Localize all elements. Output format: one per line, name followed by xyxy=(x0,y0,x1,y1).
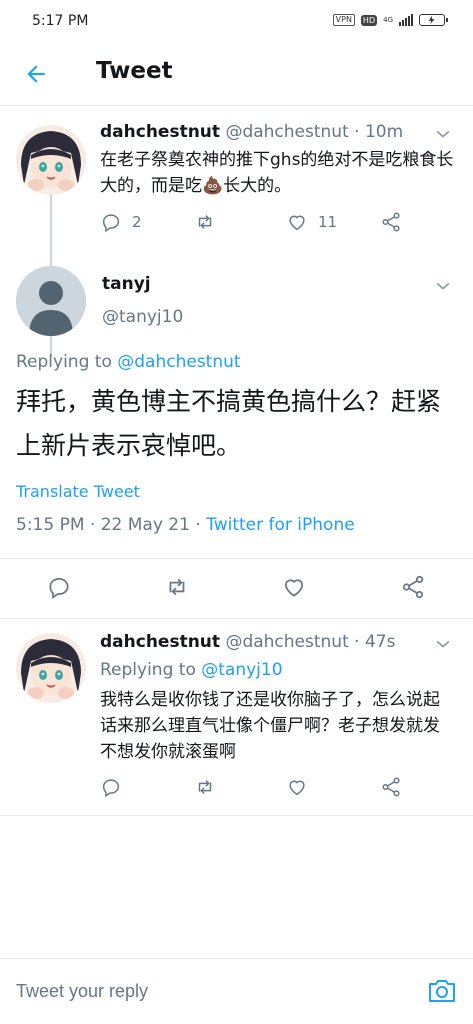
retweet-icon xyxy=(198,780,212,794)
share-icon xyxy=(382,212,400,232)
like-button[interactable] xyxy=(286,776,308,798)
page-title: Tweet xyxy=(96,58,173,84)
author-name-row: tanyj xyxy=(102,274,151,294)
retweet-button[interactable] xyxy=(193,776,217,798)
replying-to: Replying to @dahchestnut xyxy=(16,352,241,372)
user-handle[interactable]: @tanyj10 xyxy=(102,307,183,327)
tweet-actions xyxy=(100,776,420,802)
share-button[interactable] xyxy=(380,211,402,233)
tweet-metadata: 5:15 PM · 22 May 21 · Twitter for iPhone xyxy=(16,515,355,535)
avatar[interactable] xyxy=(16,125,86,195)
heart-icon xyxy=(289,780,305,796)
replying-to: Replying to @tanyj10 xyxy=(100,660,283,680)
tweet-text: 拜托，黄色博主不搞黄色搞什么？赶紧上新片表示哀悼吧。 xyxy=(16,387,442,460)
header: Tweet xyxy=(0,42,473,106)
author-handle-row: @tanyj10 xyxy=(102,307,183,327)
anime-avatar-icon xyxy=(16,125,86,195)
translate-tweet-link[interactable]: Translate Tweet xyxy=(16,482,140,501)
vpn-icon: VPN xyxy=(332,14,355,26)
tweet-text-part2: 长大的。 xyxy=(223,176,292,196)
network-type-icon: 4G xyxy=(383,16,393,24)
reply-input[interactable] xyxy=(16,981,396,1002)
battery-icon xyxy=(419,14,448,26)
heart-icon xyxy=(289,215,305,231)
reply-compose-bar xyxy=(0,958,473,1024)
like-count: 11 xyxy=(318,213,338,231)
display-name[interactable]: dahchestnut xyxy=(100,632,220,652)
default-avatar-icon xyxy=(16,266,86,336)
tweet-text: 在老子祭奠农神的推下ghs的绝对不是吃粮食长大的，而是吃💩长大的。 xyxy=(100,147,455,199)
focused-tweet: tanyj @tanyj10 Replying to @dahchestnut … xyxy=(0,258,473,618)
tweet-actions xyxy=(0,568,473,608)
hd-icon: HD xyxy=(360,14,378,26)
replying-to-label: Replying to xyxy=(16,352,112,372)
back-button[interactable] xyxy=(20,58,52,90)
retweet-icon xyxy=(198,215,212,229)
like-button[interactable] xyxy=(281,574,307,600)
chevron-down-icon[interactable] xyxy=(433,124,453,144)
retweet-button[interactable] xyxy=(193,211,217,233)
reply-icon xyxy=(49,578,69,599)
retweet-button[interactable] xyxy=(163,574,191,600)
share-icon xyxy=(402,575,424,599)
reply-button[interactable] xyxy=(100,776,122,798)
replying-to-mention[interactable]: @tanyj10 xyxy=(201,660,282,680)
divider xyxy=(0,815,473,816)
arrow-left-icon xyxy=(27,65,45,83)
tweet-actions: 2 11 xyxy=(100,211,420,237)
reply-button[interactable] xyxy=(46,574,72,600)
reply-icon xyxy=(102,214,120,233)
user-handle[interactable]: @dahchestnut xyxy=(225,122,348,142)
tweet-time: · 10m xyxy=(354,122,404,142)
tweet-header: dahchestnut @dahchestnut · 47s xyxy=(100,632,395,652)
avatar[interactable] xyxy=(16,266,86,336)
tweet-time: · 47s xyxy=(354,632,396,652)
display-name[interactable]: tanyj xyxy=(102,274,151,294)
reply-button[interactable]: 2 xyxy=(100,211,142,233)
parent-tweet[interactable]: dahchestnut @dahchestnut · 10m 在老子祭奠农神的推… xyxy=(0,107,473,357)
reply-icon xyxy=(102,779,120,798)
like-button[interactable]: 11 xyxy=(286,211,337,233)
camera-icon xyxy=(429,980,455,1002)
display-name[interactable]: dahchestnut xyxy=(100,122,220,142)
status-bar: 5:17 PM VPN HD 4G xyxy=(0,0,473,42)
tweet-text: 我特么是收你钱了还是收你脑子了，怎么说起话来那么理直气壮像个僵尸啊？老子想发就发… xyxy=(100,690,440,762)
signal-icon xyxy=(399,14,413,26)
user-handle[interactable]: @dahchestnut xyxy=(225,632,348,652)
tweet-source-link[interactable]: Twitter for iPhone xyxy=(206,515,355,535)
heart-icon xyxy=(285,579,303,597)
tweet-header: dahchestnut @dahchestnut · 10m xyxy=(100,122,403,142)
status-time: 5:17 PM xyxy=(32,13,89,29)
chevron-down-icon[interactable] xyxy=(433,634,453,654)
tweet-timestamp: 5:15 PM · 22 May 21 · xyxy=(16,515,207,535)
anime-avatar-icon xyxy=(16,633,86,703)
reply-tweet[interactable]: dahchestnut @dahchestnut · 47s Replying … xyxy=(0,619,473,815)
avatar[interactable] xyxy=(16,633,86,703)
share-button[interactable] xyxy=(380,776,402,798)
share-button[interactable] xyxy=(400,574,426,600)
retweet-icon xyxy=(169,578,185,596)
camera-button[interactable] xyxy=(427,977,457,1005)
divider xyxy=(0,558,473,559)
chevron-down-icon[interactable] xyxy=(433,276,453,296)
status-icons: VPN HD 4G xyxy=(332,14,448,26)
replying-to-label: Replying to xyxy=(100,660,196,680)
replying-to-mention[interactable]: @dahchestnut xyxy=(117,352,240,372)
reply-count: 2 xyxy=(132,213,142,231)
poop-emoji-icon: 💩 xyxy=(202,176,224,196)
share-icon xyxy=(382,777,400,797)
